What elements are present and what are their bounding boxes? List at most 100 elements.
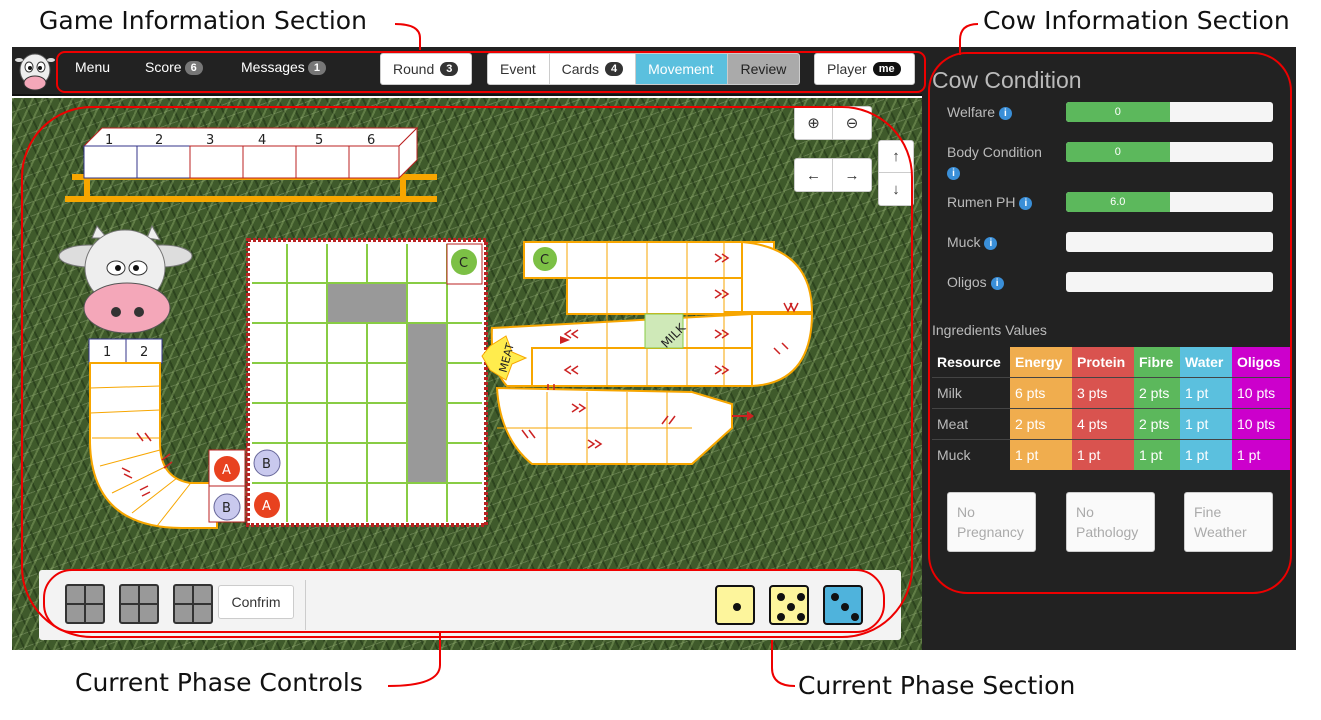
zoom-in-icon[interactable]: ⊕ (795, 107, 833, 139)
die-2[interactable] (769, 585, 809, 625)
body-condition-text: Body Condition (947, 144, 1042, 160)
board-drawing: 1 2 3 4 5 6 1 2 A B B A C C MILK MEAT (58, 126, 814, 529)
phase-section-annotation: Current Phase Section (798, 671, 1076, 700)
pregnancy-status: No Pregnancy (947, 492, 1036, 552)
die-pip (797, 613, 805, 621)
player-label: Player (827, 61, 867, 77)
welfare-bar-fill: 0 (1066, 102, 1170, 122)
rumen-number-1: 1 (105, 133, 113, 148)
cell-fibre: 2 pts (1134, 376, 1180, 408)
die-3[interactable] (823, 585, 863, 625)
pathology-status: No Pathology (1066, 492, 1155, 552)
header-energy: Energy (1010, 347, 1072, 377)
messages-label: Messages (241, 59, 305, 75)
table-row: Milk 6 pts 3 pts 2 pts 1 pt 10 pts (932, 376, 1290, 408)
token-b-1: B (222, 501, 231, 516)
pan-up-icon[interactable]: ↑ (879, 141, 913, 173)
rumen-number-6: 6 (367, 133, 375, 148)
tab-cards[interactable]: Cards 4 (550, 54, 637, 84)
ingredients-title: Ingredients Values (932, 322, 1047, 338)
zoom-out-icon[interactable]: ⊖ (833, 107, 871, 139)
token-c-2: C (540, 253, 549, 268)
pan-vertical-controls: ↑ ↓ (878, 140, 914, 206)
pan-down-icon[interactable]: ↓ (879, 173, 913, 205)
tab-review[interactable]: Review (728, 54, 799, 84)
body-condition-bar-fill: 0 (1066, 142, 1170, 162)
card-tile-3[interactable] (173, 584, 213, 624)
pan-right-icon[interactable]: → (833, 159, 871, 191)
die-pip (733, 603, 741, 611)
rumen-ph-label: Rumen PH i (947, 192, 1033, 212)
messages-link[interactable]: Messages 1 (241, 59, 326, 75)
welfare-bar: 0 (1066, 102, 1273, 122)
phase-controls: Confrim (39, 570, 901, 640)
zoom-controls: ⊕ ⊖ (794, 106, 872, 140)
score-badge: 6 (184, 61, 203, 75)
token-c-1: C (459, 256, 468, 271)
cell-protein: 3 pts (1072, 376, 1134, 408)
score-link[interactable]: Score 6 (145, 59, 203, 75)
rumen-number-3: 3 (206, 133, 214, 148)
card-tile-1[interactable] (65, 584, 105, 624)
info-icon[interactable]: i (998, 107, 1012, 120)
cell-protein: 4 pts (1072, 407, 1134, 439)
rumen-number-2: 2 (155, 133, 163, 148)
menu-link[interactable]: Menu (75, 59, 110, 75)
round-button[interactable]: Round 3 (380, 53, 472, 85)
oligos-bar (1066, 272, 1273, 292)
body-condition-bar: 0 (1066, 142, 1273, 162)
rumen-number-4: 4 (258, 133, 266, 148)
cell-energy: 2 pts (1010, 407, 1072, 439)
info-icon[interactable]: i (947, 167, 960, 180)
token-a-2: A (262, 499, 271, 514)
header-resource: Resource (932, 347, 1010, 377)
confirm-button[interactable]: Confrim (218, 585, 294, 619)
ingredients-header-row: Resource Energy Protein Fibre Water Olig… (932, 347, 1290, 377)
die-1[interactable] (715, 585, 755, 625)
die-pip (797, 593, 805, 601)
row-resource: Muck (932, 438, 1010, 470)
die-pip (787, 603, 795, 611)
die-pip (831, 593, 839, 601)
oligos-label: Oligos i (947, 272, 1004, 292)
controls-divider (305, 580, 306, 630)
cow-head-illustration (58, 224, 193, 334)
player-badge: me (872, 62, 901, 76)
cow-info-annotation: Cow Information Section (983, 6, 1290, 35)
cell-oligos: 1 pt (1232, 438, 1290, 470)
player-button[interactable]: Player me (814, 53, 915, 85)
cell-oligos: 10 pts (1232, 376, 1290, 408)
cell-fibre: 2 pts (1134, 407, 1180, 439)
rumen-number-5: 5 (315, 133, 323, 148)
info-icon[interactable]: i (1019, 197, 1033, 210)
muck-bar (1066, 232, 1273, 252)
stomach-number-2: 2 (140, 345, 148, 360)
ingredients-table: Resource Energy Protein Fibre Water Olig… (932, 347, 1290, 470)
info-icon[interactable]: i (990, 277, 1004, 290)
stomach-number-1: 1 (103, 345, 111, 360)
cow-logo-icon (15, 53, 55, 91)
cow-condition-title: Cow Condition (932, 67, 1082, 93)
header-water: Water (1180, 347, 1232, 377)
game-board[interactable]: 1 2 3 4 5 6 1 2 A B B A C C MILK MEAT ⊕ … (12, 98, 922, 650)
round-label: Round (393, 61, 435, 77)
card-tile-2[interactable] (119, 584, 159, 624)
tab-movement[interactable]: Movement (636, 54, 729, 84)
pan-left-icon[interactable]: ← (795, 159, 833, 191)
header-protein: Protein (1072, 347, 1134, 377)
tab-cards-label: Cards (561, 61, 599, 77)
cell-energy: 6 pts (1010, 376, 1072, 408)
round-badge: 3 (440, 62, 459, 76)
header-fibre: Fibre (1134, 347, 1180, 377)
oligos-text: Oligos (947, 274, 987, 290)
info-icon[interactable]: i (984, 237, 998, 250)
body-condition-label: Body Condition i (947, 142, 1057, 182)
cell-oligos: 10 pts (1232, 407, 1290, 439)
table-row: Meat 2 pts 4 pts 2 pts 1 pt 10 pts (932, 407, 1290, 439)
cell-protein: 1 pt (1072, 438, 1134, 470)
cell-water: 1 pt (1180, 407, 1232, 439)
rumen-feeder (65, 126, 437, 202)
weather-status: Fine Weather (1184, 492, 1273, 552)
die-pip (777, 593, 785, 601)
tab-event[interactable]: Event (488, 54, 550, 84)
